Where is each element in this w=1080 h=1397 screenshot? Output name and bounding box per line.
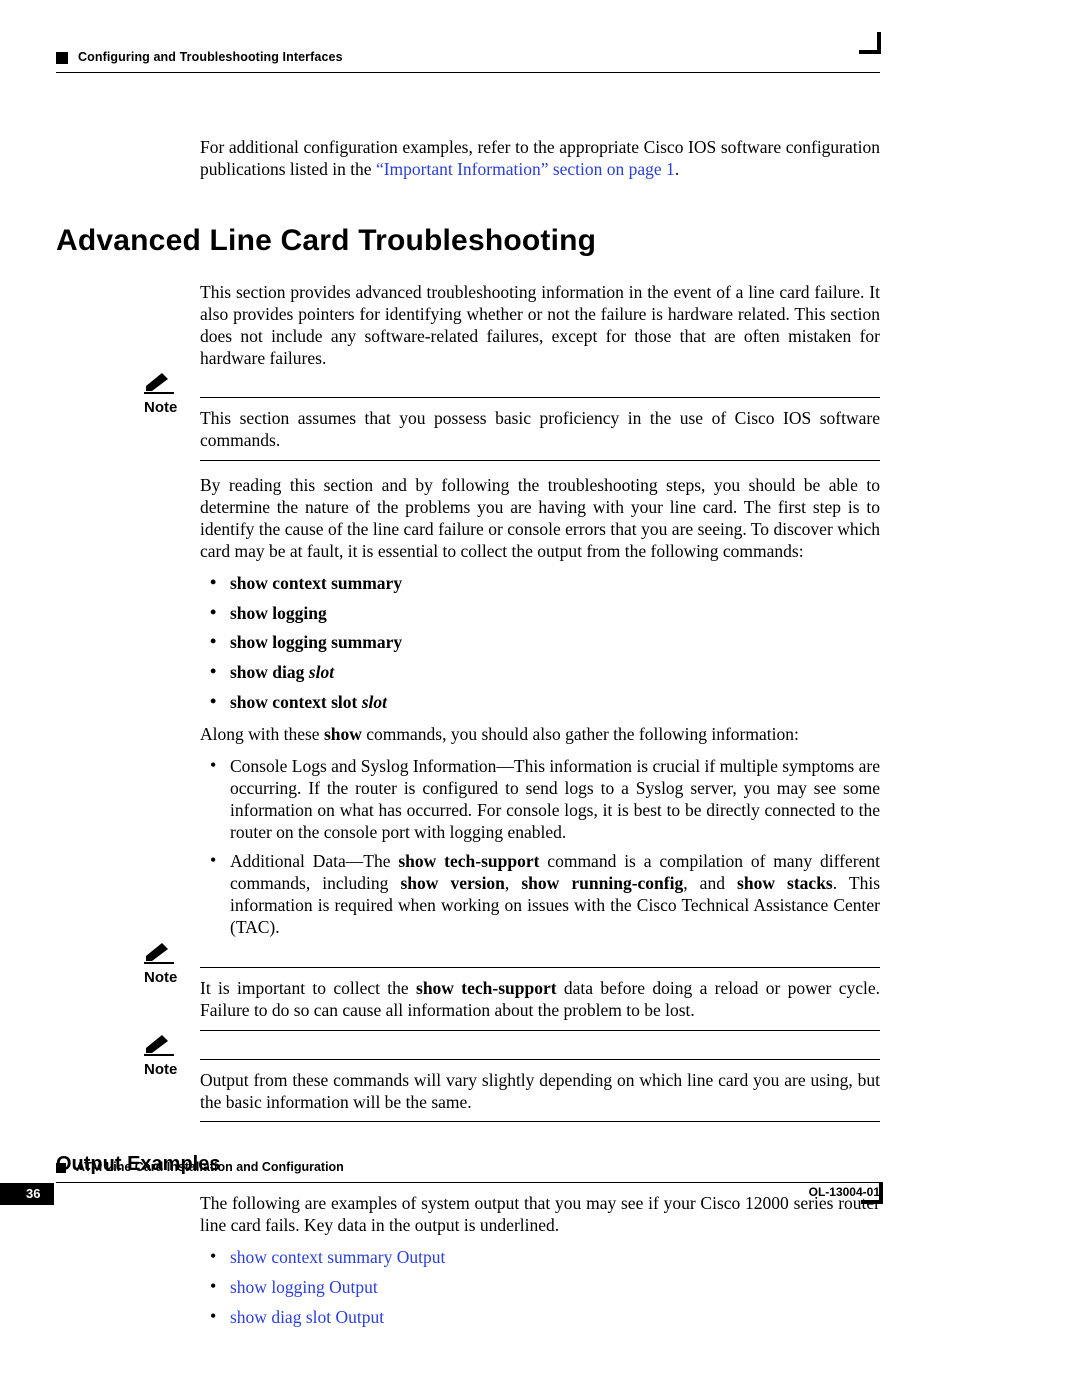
- list-item: show diag slot: [200, 662, 880, 684]
- section-heading: Advanced Line Card Troubleshooting: [56, 222, 880, 260]
- page-footer: ATM Line Card Installation and Configura…: [56, 1160, 880, 1204]
- list-item: show context summary: [200, 573, 880, 595]
- important-info-link[interactable]: “Important Information” section on page …: [376, 159, 675, 179]
- text-fragment: ,: [505, 873, 521, 893]
- command-arg: slot: [309, 662, 334, 682]
- note-text: It is important to collect the show tech…: [200, 978, 880, 1022]
- page-number: 36: [0, 1183, 54, 1205]
- list-item: show context summary Output: [200, 1247, 880, 1269]
- bold-term: show version: [400, 873, 504, 893]
- command-text: show logging: [230, 603, 327, 623]
- bold-term: show running-config: [521, 873, 683, 893]
- note-text: Output from these commands will vary sli…: [200, 1070, 880, 1114]
- command-text: show context summary: [230, 573, 402, 593]
- list-item: show context slot slot: [200, 692, 880, 714]
- list-item: show logging summary: [200, 632, 880, 654]
- text-fragment: Along with these: [200, 724, 324, 744]
- footer-doc-title: ATM Line Card Installation and Configura…: [76, 1160, 344, 1176]
- info-list: Console Logs and Syslog Information—This…: [200, 756, 880, 939]
- output-example-link[interactable]: show context summary Output: [230, 1247, 445, 1267]
- command-text: show diag: [230, 662, 304, 682]
- output-links-list: show context summary Output show logging…: [200, 1247, 880, 1329]
- output-example-link[interactable]: show logging Output: [230, 1277, 378, 1297]
- output-example-link[interactable]: show diag slot Output: [230, 1307, 384, 1327]
- intro-paragraph: For additional configuration examples, r…: [200, 137, 880, 181]
- body-paragraph: Along with these show commands, you shou…: [200, 724, 880, 746]
- note-block: Note Output from these commands will var…: [200, 1059, 880, 1123]
- list-item: Additional Data—The show tech-support co…: [200, 851, 880, 939]
- bold-term: show: [324, 724, 362, 744]
- note-label: Note: [144, 399, 177, 418]
- list-item: show logging Output: [200, 1277, 880, 1299]
- bold-term: show stacks: [737, 873, 833, 893]
- command-text: show context slot: [230, 692, 357, 712]
- header-chapter-title: Configuring and Troubleshooting Interfac…: [78, 50, 343, 66]
- pencil-icon: [144, 1033, 172, 1056]
- bold-term: show tech-support: [398, 851, 539, 871]
- bold-term: show tech-support: [416, 978, 557, 998]
- command-text: show logging summary: [230, 632, 402, 652]
- intro-text-post: .: [675, 159, 679, 179]
- running-header: Configuring and Troubleshooting Interfac…: [56, 50, 880, 66]
- section-intro-paragraph: This section provides advanced troublesh…: [200, 282, 880, 370]
- pencil-icon: [144, 941, 172, 964]
- list-item: show logging: [200, 603, 880, 625]
- pencil-icon: [144, 371, 172, 394]
- note-block: Note This section assumes that you posse…: [200, 397, 880, 461]
- note-text: This section assumes that you possess ba…: [200, 408, 880, 452]
- text-fragment: It is important to collect the: [200, 978, 416, 998]
- command-list: show context summary show logging show l…: [200, 573, 880, 714]
- footer-marker-icon: [56, 1163, 66, 1173]
- text-fragment: commands, you should also gather the fol…: [362, 724, 799, 744]
- note-block: Note It is important to collect the show…: [200, 967, 880, 1031]
- text-fragment: Additional Data—The: [230, 851, 398, 871]
- list-item: Console Logs and Syslog Information—This…: [200, 756, 880, 844]
- command-arg: slot: [362, 692, 387, 712]
- note-label: Note: [144, 1061, 177, 1080]
- header-marker-icon: [56, 52, 68, 64]
- text-fragment: , and: [683, 873, 737, 893]
- note-label: Note: [144, 969, 177, 988]
- body-paragraph: By reading this section and by following…: [200, 475, 880, 563]
- list-item: show diag slot Output: [200, 1307, 880, 1329]
- footer-doc-id: OL-13004-01: [809, 1185, 880, 1200]
